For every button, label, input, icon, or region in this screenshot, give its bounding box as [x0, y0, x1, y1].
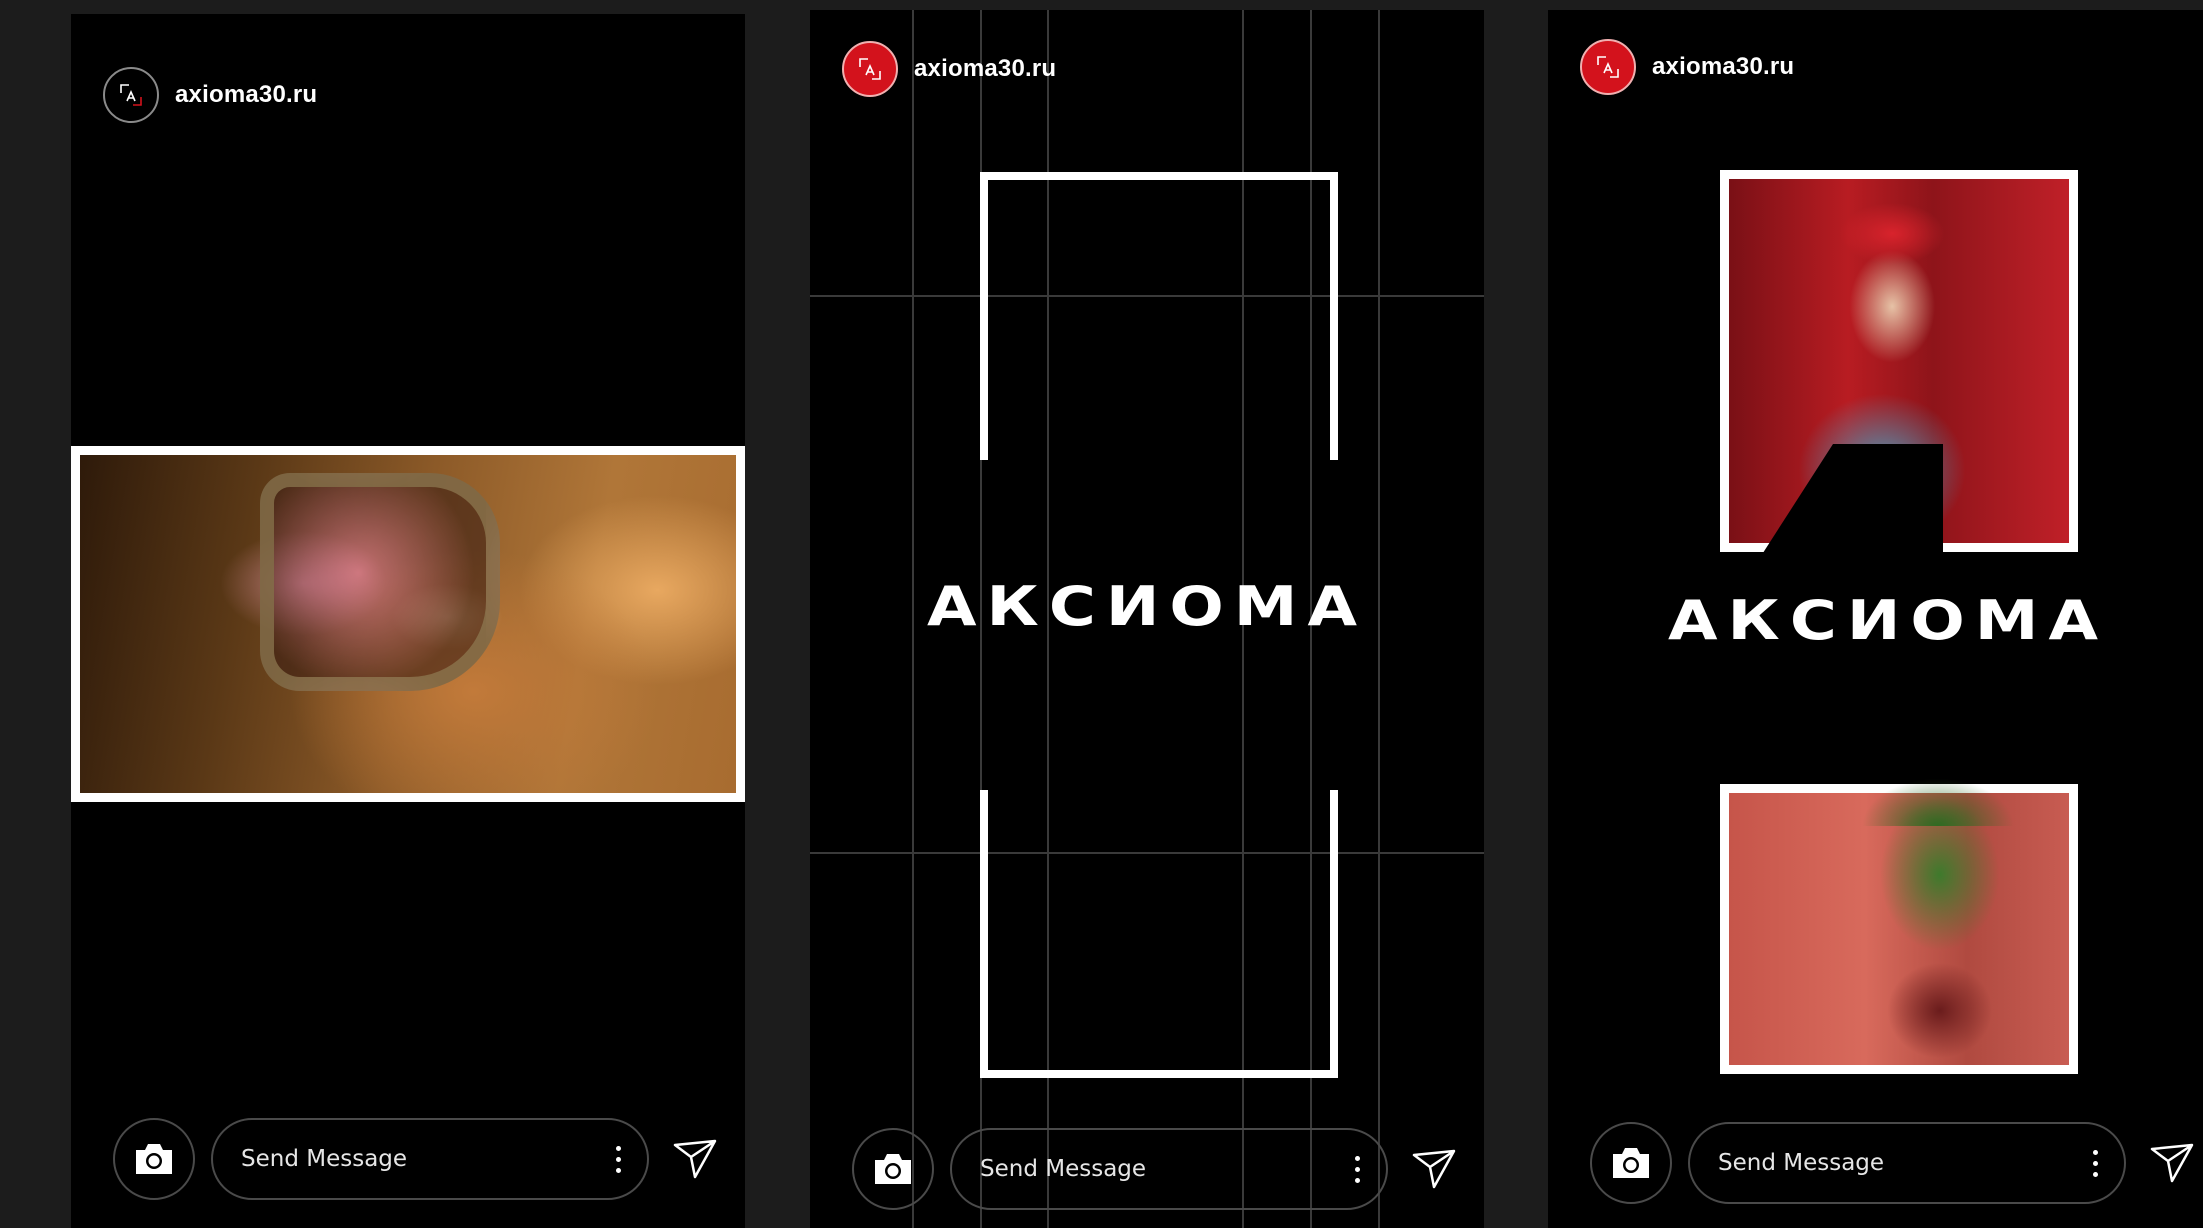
story-header: axioma30.ru: [1580, 38, 1794, 96]
frame-bracket-top: [980, 172, 1338, 460]
send-button[interactable]: [671, 1135, 719, 1183]
camera-icon: [875, 1154, 911, 1184]
frame-bracket-bottom: [980, 790, 1338, 1078]
story-reply-bar: [852, 1126, 1458, 1212]
story-photo-plant: [1720, 784, 2078, 1074]
more-dots-icon[interactable]: [616, 1145, 621, 1173]
brand-wordmark: АКСИОМА: [1668, 589, 2108, 653]
send-message-field[interactable]: [1688, 1122, 2126, 1204]
username[interactable]: axioma30.ru: [175, 81, 317, 109]
username[interactable]: axioma30.ru: [914, 55, 1056, 83]
send-message-field[interactable]: [950, 1128, 1388, 1210]
story-card-2: axioma30.ru АКСИОМА: [810, 10, 1484, 1228]
story-header: axioma30.ru: [103, 66, 317, 124]
profile-avatar[interactable]: [1580, 39, 1636, 95]
story-card-3: axioma30.ru АКСИОМА: [1548, 10, 2203, 1228]
profile-avatar[interactable]: [842, 41, 898, 97]
send-message-field[interactable]: [211, 1118, 649, 1200]
story-header: axioma30.ru: [842, 40, 1056, 98]
send-button[interactable]: [2148, 1139, 2196, 1187]
story-photo-glasses: [71, 446, 745, 802]
avatar-logo-icon: [859, 58, 881, 80]
story-reply-bar: [113, 1116, 719, 1202]
message-input[interactable]: [241, 1146, 561, 1172]
story-reply-bar: [1590, 1120, 2196, 1206]
send-icon: [2150, 1143, 2194, 1183]
more-dots-icon[interactable]: [2093, 1149, 2098, 1177]
message-input[interactable]: [1718, 1150, 2038, 1176]
profile-avatar[interactable]: [103, 67, 159, 123]
more-dots-icon[interactable]: [1355, 1155, 1360, 1183]
plant-leaves-overhang: [1833, 716, 2043, 826]
glasses-image-detail: [260, 473, 500, 691]
avatar-logo-icon: [1597, 56, 1619, 78]
camera-button[interactable]: [1590, 1122, 1672, 1204]
brand-wordmark: АКСИОМА: [927, 575, 1367, 639]
camera-icon: [136, 1144, 172, 1174]
story-card-1: axioma30.ru: [71, 14, 745, 1228]
camera-button[interactable]: [852, 1128, 934, 1210]
send-icon: [1412, 1149, 1456, 1189]
message-input[interactable]: [980, 1156, 1300, 1182]
avatar-logo-icon: [120, 84, 142, 106]
camera-icon: [1613, 1148, 1649, 1178]
send-icon: [673, 1139, 717, 1179]
send-button[interactable]: [1410, 1145, 1458, 1193]
username[interactable]: axioma30.ru: [1652, 53, 1794, 81]
camera-button[interactable]: [113, 1118, 195, 1200]
